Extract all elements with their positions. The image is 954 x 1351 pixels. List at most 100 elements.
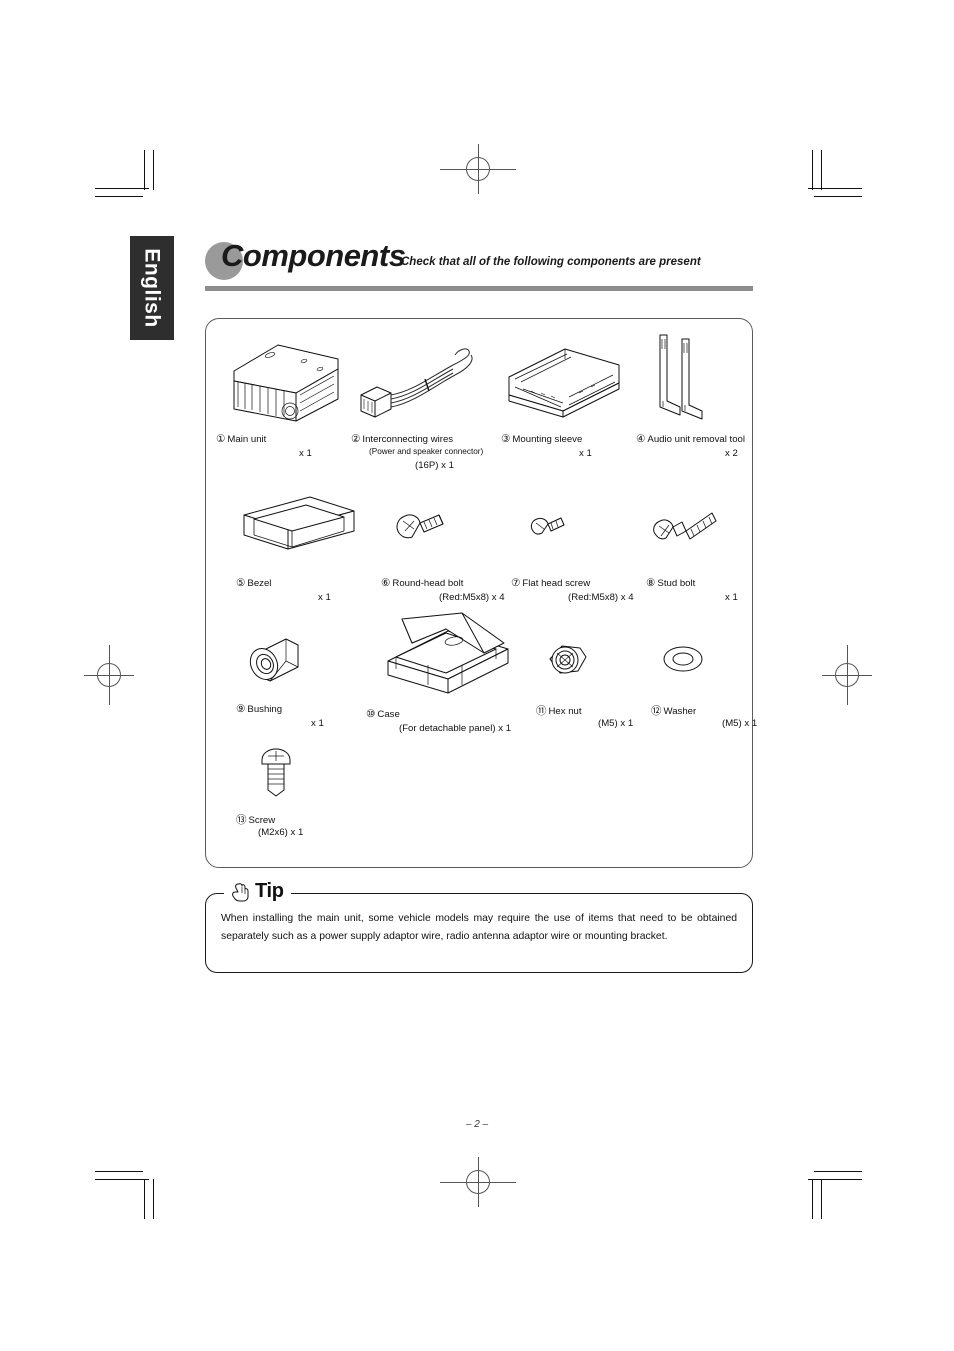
component-note: (Power and speaker connector)	[369, 447, 484, 456]
component-quantity: (M5) x 1	[722, 718, 758, 729]
component-quantity: (Red:M5x8) x 4	[439, 592, 505, 603]
tip-label: Tip	[255, 880, 284, 902]
component-item-flat-head-screw: ⑦ Flat head screw (Red:M5x8) x 4	[511, 491, 661, 611]
component-quantity: x 1	[579, 448, 592, 459]
component-name: Interconnecting wires	[362, 434, 454, 445]
bezel-illustration	[243, 496, 355, 550]
case-illustration	[387, 612, 509, 694]
component-caption: ④ Audio unit removal tool	[636, 433, 745, 446]
component-number: ⑦	[511, 577, 521, 589]
component-quantity: x 2	[725, 448, 738, 459]
registration-mark-top	[440, 144, 516, 194]
component-quantity: x 1	[318, 592, 331, 603]
crop-mark-bottom-right	[800, 1165, 862, 1225]
tip-body-text: When installing the main unit, some vehi…	[221, 913, 737, 942]
component-caption: ⑨ Bushing	[236, 703, 282, 716]
component-number: ⑪	[536, 705, 547, 717]
interconnecting-wires-illustration	[360, 348, 473, 418]
component-quantity: x 1	[311, 718, 324, 729]
component-item-washer: ⑫ Washer (M5) x 1	[651, 619, 757, 739]
round-head-bolt-illustration	[396, 514, 444, 539]
component-caption: ② Interconnecting wires	[351, 433, 453, 446]
component-caption: ① Main unit	[216, 433, 266, 446]
registration-mark-right	[822, 645, 872, 705]
component-number: ②	[351, 433, 361, 445]
component-item-removal-tool: ④ Audio unit removal tool x 2	[636, 329, 746, 479]
component-quantity: (M5) x 1	[598, 718, 634, 729]
component-caption: ⑥ Round-head bolt	[381, 577, 463, 590]
crop-mark-bottom-left	[95, 1165, 155, 1225]
component-number: ③	[501, 433, 511, 445]
removal-tool-illustration	[659, 334, 703, 420]
pointing-hand-icon	[232, 883, 249, 902]
component-name: Main unit	[227, 434, 267, 445]
registration-mark-left	[84, 645, 134, 705]
tip-box: Tip When installing the main unit, some …	[205, 880, 753, 973]
component-caption: ⑬ Screw	[236, 812, 275, 827]
component-caption: ③ Mounting sleeve	[501, 433, 582, 446]
main-unit-illustration	[233, 344, 339, 422]
component-item-bezel: ⑤ Bezel x 1	[236, 491, 366, 611]
component-caption: ⑩ Case	[366, 708, 400, 721]
component-number: ④	[636, 433, 646, 445]
component-caption: ⑧ Stud bolt	[646, 577, 695, 590]
page-title: Components	[221, 238, 406, 273]
component-number: ⑫	[651, 705, 662, 717]
component-name: Mounting sleeve	[512, 434, 583, 445]
component-number: ⑥	[381, 577, 391, 589]
washer-illustration	[663, 646, 703, 672]
component-quantity: x 1	[299, 448, 312, 459]
component-name: Screw	[248, 815, 276, 826]
hex-nut-illustration	[549, 645, 587, 674]
component-quantity: (M2x6) x 1	[258, 827, 304, 838]
mounting-sleeve-illustration	[508, 348, 620, 418]
component-name: Washer	[663, 706, 697, 717]
component-item-round-head-bolt: ⑥ Round-head bolt (Red:M5x8) x 4	[381, 491, 531, 611]
component-caption: ⑫ Washer	[651, 703, 696, 718]
screw-illustration	[261, 748, 291, 797]
component-quantity: (For detachable panel) x 1	[399, 723, 511, 734]
language-tab-english: English	[130, 236, 174, 340]
component-quantity: (16P) x 1	[415, 460, 454, 471]
header-rule	[205, 286, 753, 291]
component-name: Audio unit removal tool	[647, 434, 746, 445]
component-name: Round-head bolt	[392, 578, 464, 589]
crop-mark-top-right	[800, 150, 862, 210]
flat-head-screw-illustration	[530, 517, 565, 535]
language-tab-label: English	[141, 248, 164, 328]
component-name: Stud bolt	[657, 578, 696, 589]
component-item-main-unit: ① Main unit x 1	[216, 329, 346, 479]
component-item-hex-nut: ⑪ Hex nut (M5) x 1	[536, 619, 666, 739]
registration-mark-bottom	[440, 1157, 516, 1207]
component-number: ⑩	[366, 708, 376, 720]
page-header: Components Check that all of the followi…	[205, 238, 753, 296]
component-item-bushing: ⑨ Bushing x 1	[236, 619, 366, 739]
page-number: – 2 –	[465, 1119, 489, 1130]
crop-mark-top-left	[95, 150, 155, 210]
component-number: ⑤	[236, 577, 246, 589]
tip-header: Tip	[224, 880, 291, 903]
stud-bolt-illustration	[653, 512, 717, 540]
component-number: ⑬	[236, 814, 247, 826]
page-subtitle: Check that all of the following componen…	[401, 256, 701, 268]
component-item-mounting-sleeve: ③ Mounting sleeve x 1	[501, 329, 631, 479]
component-item-screw: ⑬ Screw (M2x6) x 1	[236, 744, 366, 854]
component-item-stud-bolt: ⑧ Stud bolt x 1	[646, 491, 746, 611]
component-quantity: (Red:M5x8) x 4	[568, 592, 634, 603]
component-name: Flat head screw	[522, 578, 591, 589]
component-name: Hex nut	[548, 706, 582, 717]
component-quantity: x 1	[725, 592, 738, 603]
component-item-interconnecting-wires: ② Interconnecting wires (Power and speake…	[351, 329, 496, 479]
component-number: ⑨	[236, 703, 246, 715]
component-name: Bushing	[247, 704, 283, 715]
component-number: ①	[216, 433, 226, 445]
component-caption: ⑦ Flat head screw	[511, 577, 590, 590]
component-caption: ⑤ Bezel	[236, 577, 271, 590]
components-panel: ① Main unit x 1 ② Interconnecting wires …	[205, 318, 757, 868]
bushing-illustration	[249, 638, 299, 682]
component-caption: ⑪ Hex nut	[536, 703, 582, 718]
component-name: Case	[377, 709, 400, 720]
component-name: Bezel	[247, 578, 272, 589]
component-number: ⑧	[646, 577, 656, 589]
component-item-case: ⑩ Case (For detachable panel) x 1	[366, 609, 536, 739]
